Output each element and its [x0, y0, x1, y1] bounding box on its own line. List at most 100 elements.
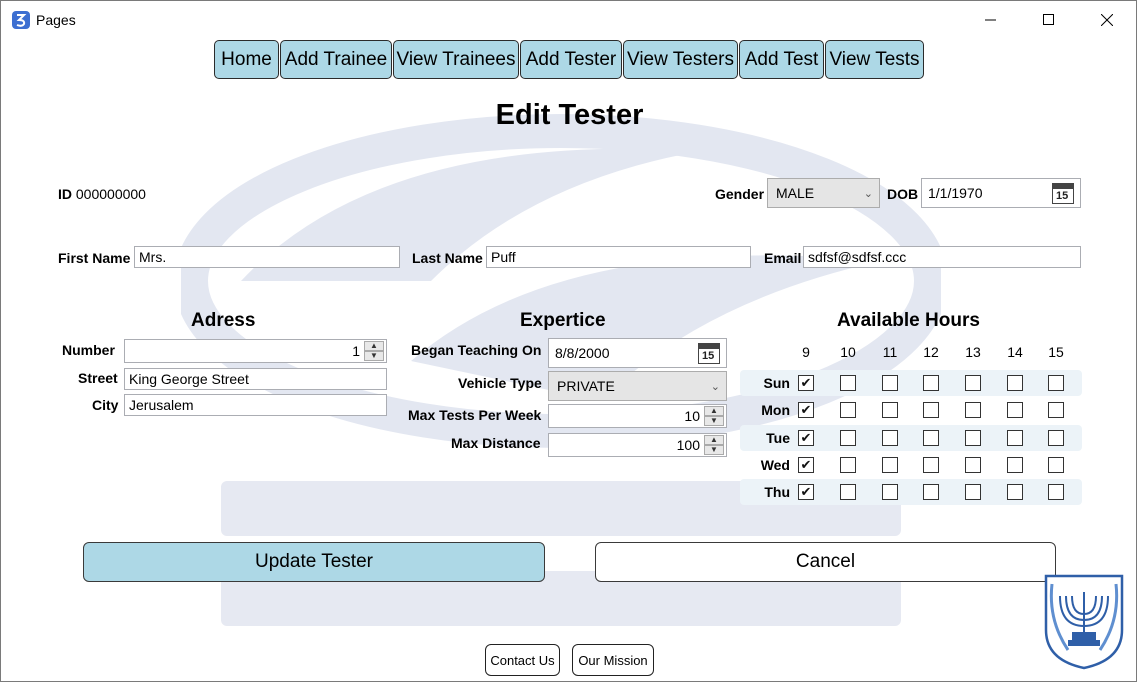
hour-checkbox[interactable]: [1048, 484, 1064, 500]
hour-checkbox[interactable]: [965, 402, 981, 418]
day-label: Mon: [761, 402, 790, 418]
hour-checkbox[interactable]: [923, 457, 939, 473]
hour-checkbox[interactable]: [1007, 457, 1023, 473]
nav-add-trainee[interactable]: Add Trainee: [280, 40, 392, 79]
dob-label: DOB: [887, 186, 919, 202]
last-name-label: Last Name: [412, 250, 483, 266]
street-input[interactable]: King George Street: [124, 368, 387, 390]
nav-view-tests[interactable]: View Tests: [825, 40, 924, 79]
nav-view-trainees[interactable]: View Trainees: [393, 40, 519, 79]
gender-label: Gender: [715, 186, 765, 202]
title-bar: Pages: [1, 1, 1136, 39]
hour-checkbox[interactable]: [840, 484, 856, 500]
nav-home[interactable]: Home: [214, 40, 279, 79]
nav-add-tester[interactable]: Add Tester: [520, 40, 622, 79]
hour-header: 15: [1048, 344, 1064, 360]
hour-checkbox[interactable]: [1007, 375, 1023, 391]
first-name-input[interactable]: Mrs.: [134, 246, 400, 268]
began-teaching-datepicker[interactable]: 8/8/2000 15: [548, 338, 727, 368]
gender-select[interactable]: MALE ⌄: [767, 178, 880, 208]
hour-checkbox[interactable]: ✔: [798, 402, 814, 418]
hour-checkbox[interactable]: [840, 457, 856, 473]
hour-header: 10: [840, 344, 856, 360]
hour-checkbox[interactable]: [840, 402, 856, 418]
stepper-up-icon[interactable]: ▲: [704, 406, 724, 416]
hour-checkbox[interactable]: [882, 457, 898, 473]
dob-datepicker[interactable]: 1/1/1970 15: [921, 178, 1081, 208]
address-title: Adress: [191, 310, 256, 331]
our-mission-button[interactable]: Our Mission: [572, 644, 654, 676]
max-tests-label: Max Tests Per Week: [408, 407, 542, 423]
app-icon: [12, 11, 30, 29]
hour-checkbox[interactable]: [965, 457, 981, 473]
hour-checkbox[interactable]: [882, 430, 898, 446]
max-distance-stepper[interactable]: 100 ▲ ▼: [548, 433, 727, 457]
hour-header: 14: [1007, 344, 1023, 360]
close-button[interactable]: [1078, 1, 1136, 39]
hour-checkbox[interactable]: ✔: [798, 375, 814, 391]
nav-view-testers[interactable]: View Testers: [623, 40, 738, 79]
cancel-button[interactable]: Cancel: [595, 542, 1056, 582]
hour-checkbox[interactable]: [923, 402, 939, 418]
day-label: Wed: [760, 457, 790, 473]
calendar-icon[interactable]: 15: [698, 343, 720, 364]
gender-value: MALE: [776, 185, 815, 201]
hour-checkbox[interactable]: [1048, 430, 1064, 446]
hour-checkbox[interactable]: ✔: [798, 457, 814, 473]
maximize-button[interactable]: [1020, 1, 1078, 39]
hour-checkbox[interactable]: [965, 375, 981, 391]
minimize-icon: [985, 19, 996, 21]
street-label: Street: [78, 370, 118, 386]
hour-checkbox[interactable]: [965, 484, 981, 500]
vehicle-type-select[interactable]: PRIVATE ⌄: [548, 371, 727, 401]
close-icon: [1101, 14, 1113, 26]
hour-checkbox[interactable]: [1007, 484, 1023, 500]
minimize-button[interactable]: [962, 1, 1020, 39]
stepper-up-icon[interactable]: ▲: [364, 341, 384, 351]
update-tester-button[interactable]: Update Tester: [83, 542, 545, 582]
hour-checkbox[interactable]: [923, 375, 939, 391]
hour-header: 11: [882, 344, 898, 360]
city-input[interactable]: Jerusalem: [124, 394, 387, 416]
number-stepper[interactable]: 1 ▲ ▼: [124, 339, 387, 363]
hours-row-tue: Tue ✔: [740, 425, 1082, 451]
app-window: Pages Home Add Trainee View Trainees Add…: [0, 0, 1137, 682]
hour-checkbox[interactable]: ✔: [798, 430, 814, 446]
hour-checkbox[interactable]: [1007, 402, 1023, 418]
vehicle-type-label: Vehicle Type: [458, 375, 542, 391]
day-label: Thu: [764, 484, 790, 500]
last-name-input[interactable]: Puff: [486, 246, 751, 268]
hour-checkbox[interactable]: [1048, 375, 1064, 391]
hour-checkbox[interactable]: [882, 484, 898, 500]
calendar-icon[interactable]: 15: [1052, 183, 1074, 204]
hour-checkbox[interactable]: [840, 375, 856, 391]
hours-title: Available Hours: [837, 310, 980, 331]
stepper-down-icon[interactable]: ▼: [364, 351, 384, 361]
id-value: 000000000: [75, 186, 146, 202]
hour-checkbox[interactable]: [1048, 457, 1064, 473]
dob-value: 1/1/1970: [928, 185, 983, 201]
hour-checkbox[interactable]: [882, 375, 898, 391]
hour-checkbox[interactable]: [923, 430, 939, 446]
stepper-up-icon[interactable]: ▲: [704, 435, 724, 445]
max-tests-stepper[interactable]: 10 ▲ ▼: [548, 404, 727, 428]
max-distance-label: Max Distance: [451, 435, 541, 451]
hour-checkbox[interactable]: [965, 430, 981, 446]
began-teaching-label: Began Teaching On: [411, 342, 542, 358]
hour-checkbox[interactable]: ✔: [798, 484, 814, 500]
hour-checkbox[interactable]: [923, 484, 939, 500]
hour-checkbox[interactable]: [840, 430, 856, 446]
id-row: ID 000000000: [58, 186, 146, 202]
hour-checkbox[interactable]: [1007, 430, 1023, 446]
stepper-down-icon[interactable]: ▼: [704, 416, 724, 426]
hour-checkbox[interactable]: [882, 402, 898, 418]
hour-checkbox[interactable]: [1048, 402, 1064, 418]
email-input[interactable]: sdfsf@sdfsf.ccc: [803, 246, 1081, 268]
day-label: Sun: [763, 375, 790, 391]
nav-add-test[interactable]: Add Test: [739, 40, 824, 79]
contact-us-button[interactable]: Contact Us: [485, 644, 560, 676]
hours-row-wed: Wed ✔: [740, 452, 1082, 478]
stepper-down-icon[interactable]: ▼: [704, 445, 724, 455]
state-emblem-icon: [1044, 574, 1124, 670]
hour-header: 9: [802, 344, 810, 360]
